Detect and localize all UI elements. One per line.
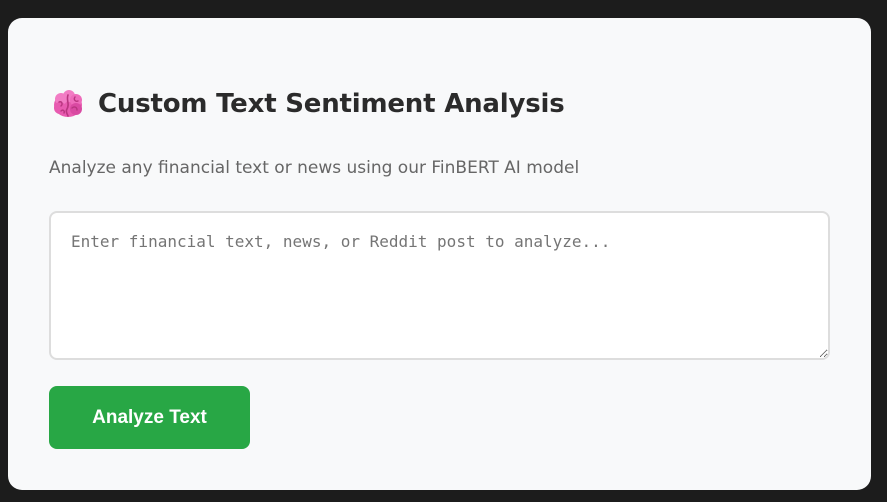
analyze-text-button[interactable]: Analyze Text <box>49 386 250 449</box>
brain-icon <box>52 88 84 120</box>
card-subtitle: Analyze any financial text or news using… <box>49 158 580 178</box>
page-title: Custom Text Sentiment Analysis <box>98 89 565 119</box>
sentiment-analysis-card: Custom Text Sentiment Analysis Analyze a… <box>8 18 871 490</box>
card-header: Custom Text Sentiment Analysis <box>52 88 565 120</box>
text-input[interactable] <box>49 211 830 360</box>
